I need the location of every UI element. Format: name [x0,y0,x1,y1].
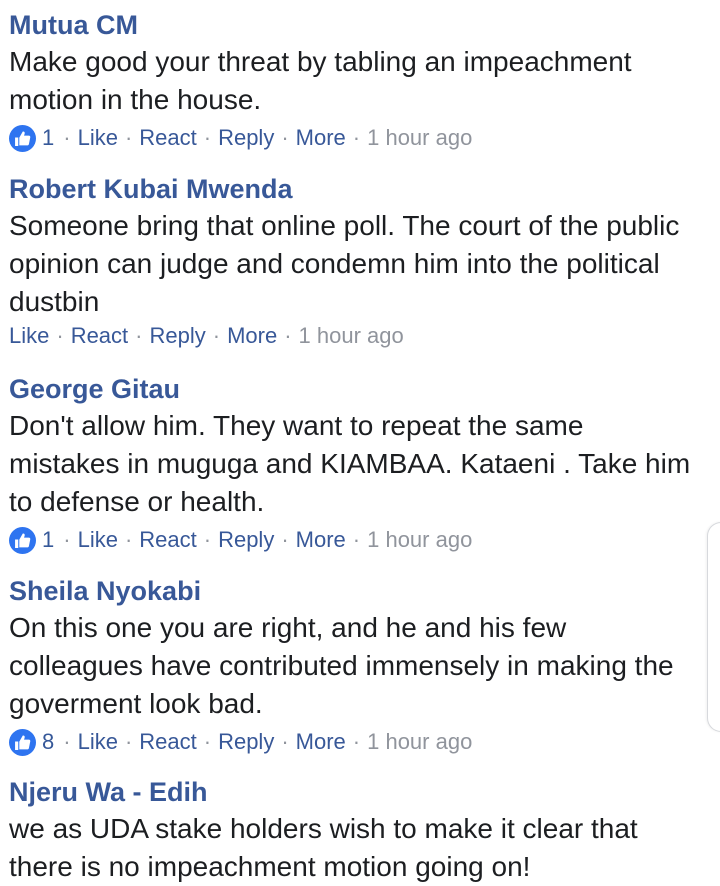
comment: Robert Kubai Mwenda Someone bring that o… [9,174,700,351]
comment-author[interactable]: Njeru Wa - Edih [9,777,700,807]
more-link[interactable]: More [296,123,346,153]
more-link[interactable]: More [227,321,277,351]
timestamp[interactable]: 1 hour ago [299,321,404,351]
react-link[interactable]: React [71,321,128,351]
reaction-count[interactable]: 1 [42,525,54,555]
separator: · [124,729,133,754]
comment-author[interactable]: Mutua CM [9,10,700,40]
reply-link[interactable]: Reply [150,321,206,351]
like-link[interactable]: Like [9,321,49,351]
comment-author[interactable]: Sheila Nyokabi [9,576,700,606]
comment-text: Don't allow him. They want to repeat the… [9,410,691,517]
comment-actions: 1 · Like · React · Reply · More · 1 hour… [9,123,700,153]
separator: · [135,323,143,348]
separator: · [284,323,292,348]
like-link[interactable]: Like [78,123,118,153]
separator: · [203,125,212,150]
comment-text: we as UDA stake holders wish to make it … [9,813,638,882]
react-link[interactable]: React [139,525,196,555]
thumbs-up-icon[interactable] [9,526,36,554]
timestamp[interactable]: 1 hour ago [367,727,472,757]
separator: · [352,527,361,552]
separator: · [203,729,212,754]
separator: · [63,729,71,754]
separator: · [212,323,221,348]
comment: George Gitau Don't allow him. They want … [9,374,700,555]
like-link[interactable]: Like [78,525,118,555]
comment-actions: Like · React · Reply · More · 1 hour ago [9,321,700,351]
comment-text: Make good your threat by tabling an impe… [9,46,632,115]
timestamp[interactable]: 1 hour ago [367,525,472,555]
comment-author[interactable]: George Gitau [9,374,700,404]
comment-text: Someone bring that online poll. The cour… [9,210,680,317]
separator: · [352,729,361,754]
react-link[interactable]: React [139,123,196,153]
reaction-count[interactable]: 1 [42,123,54,153]
separator: · [124,527,133,552]
reply-link[interactable]: Reply [218,123,274,153]
comment-text: On this one you are right, and he and hi… [9,612,674,719]
thumbs-up-icon[interactable] [9,728,36,756]
separator: · [281,729,289,754]
separator: · [124,125,133,150]
comment-author[interactable]: Robert Kubai Mwenda [9,174,700,204]
comment: Mutua CM Make good your threat by tablin… [9,10,700,153]
timestamp[interactable]: 1 hour ago [367,123,472,153]
comment-actions: 1 · Like · React · Reply · More · 1 hour… [9,525,700,555]
comment: Njeru Wa - Edih we as UDA stake holders … [9,777,700,886]
separator: · [56,323,64,348]
separator: · [281,527,289,552]
more-link[interactable]: More [296,727,346,757]
reply-link[interactable]: Reply [218,727,274,757]
more-link[interactable]: More [296,525,346,555]
reply-link[interactable]: Reply [218,525,274,555]
separator: · [281,125,289,150]
separator: · [63,125,71,150]
like-link[interactable]: Like [78,727,118,757]
comment: Sheila Nyokabi On this one you are right… [9,576,700,757]
edge-panel-tab[interactable] [707,522,720,732]
reaction-count[interactable]: 8 [42,727,54,757]
separator: · [352,125,361,150]
thumbs-up-icon[interactable] [9,124,36,152]
react-link[interactable]: React [139,727,196,757]
separator: · [203,527,212,552]
comment-actions: 8 · Like · React · Reply · More · 1 hour… [9,727,700,757]
separator: · [63,527,71,552]
